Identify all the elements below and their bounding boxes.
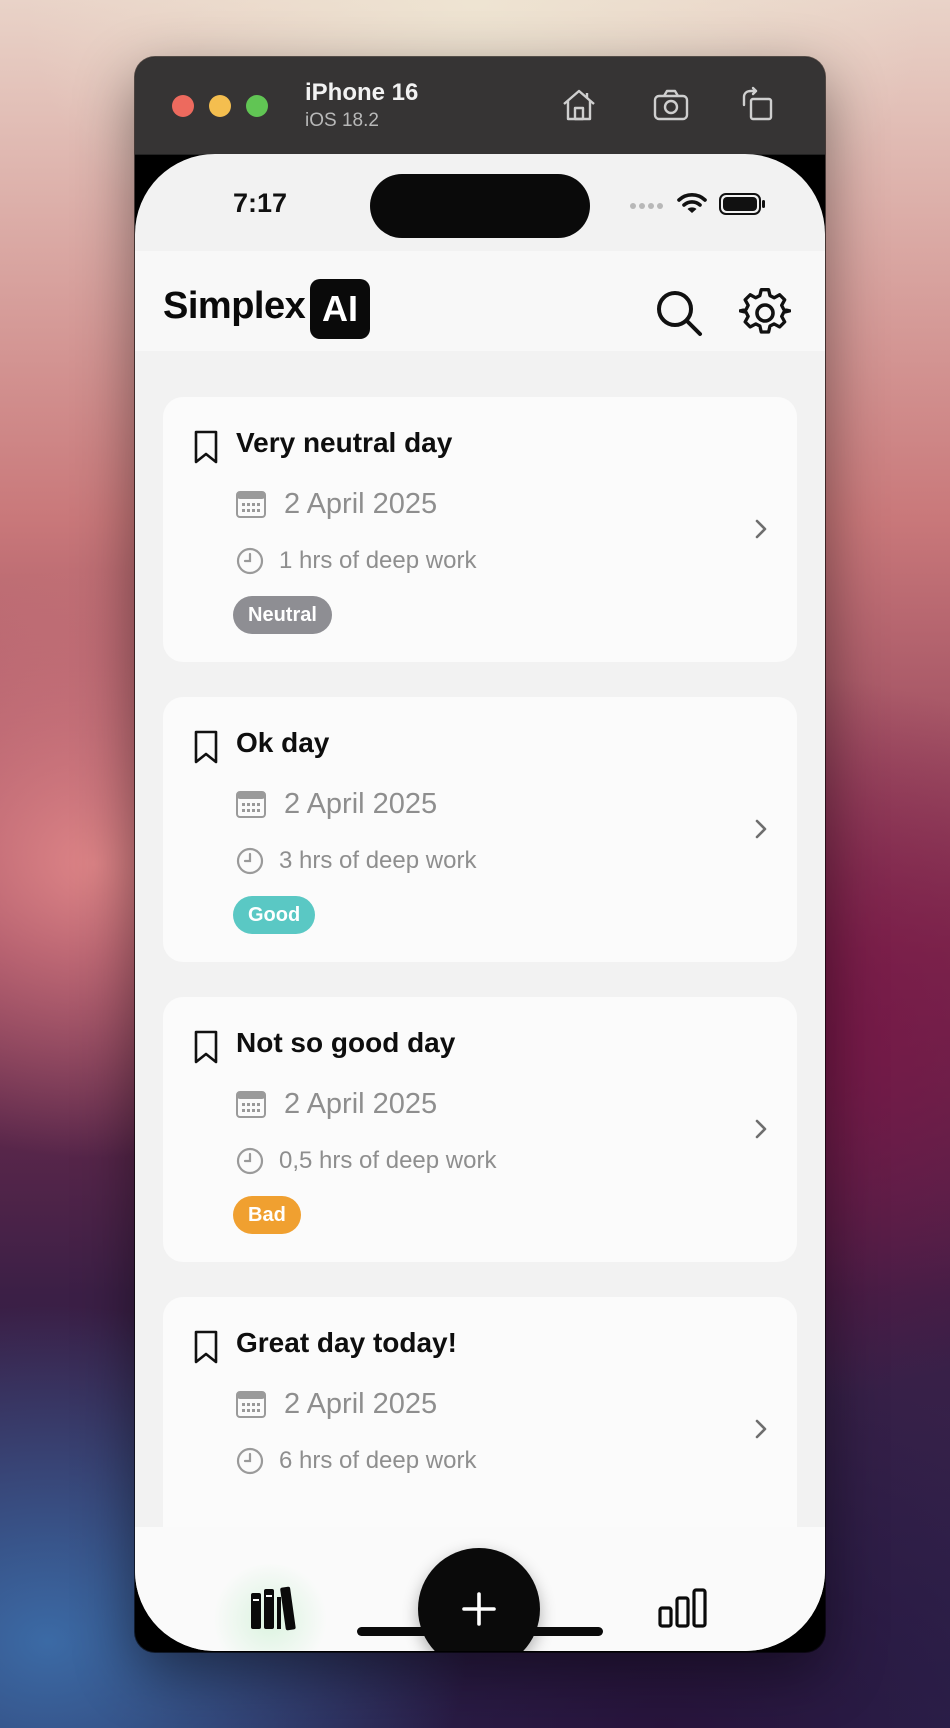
search-icon[interactable] <box>653 287 705 339</box>
zoom-window-button[interactable] <box>246 95 268 117</box>
clock-icon <box>236 1447 264 1475</box>
entry-date: 2 April 2025 <box>284 788 438 820</box>
entry-title: Not so good day <box>236 1027 456 1058</box>
app-logo-badge: AI <box>310 279 370 339</box>
wifi-icon <box>677 193 707 213</box>
dynamic-island <box>370 174 590 238</box>
chevron-right-icon <box>755 819 767 839</box>
clock-icon <box>236 1147 264 1175</box>
gear-icon[interactable] <box>738 287 792 339</box>
phone-screen: 7:17 Simplex AI Very neutral day 2 April… <box>135 154 825 1651</box>
app-header: Simplex AI <box>135 251 825 351</box>
screenshot-icon[interactable] <box>651 85 691 125</box>
rotate-icon[interactable] <box>738 85 778 125</box>
simulator-window: iPhone 16 iOS 18.2 7:17 Simplex AI Very … <box>135 57 825 1652</box>
bookmark-icon[interactable] <box>193 1330 219 1364</box>
entry-title: Great day today! <box>236 1327 457 1358</box>
bookmark-icon[interactable] <box>193 1030 219 1064</box>
entry-deep-work: 0,5 hrs of deep work <box>279 1147 497 1174</box>
bookmark-icon[interactable] <box>193 730 219 764</box>
mood-badge: Bad <box>233 1196 301 1234</box>
simulator-device-name: iPhone 16 <box>305 79 419 106</box>
status-time: 7:17 <box>233 188 288 218</box>
calendar-icon <box>236 491 266 518</box>
chevron-right-icon <box>755 1419 767 1439</box>
clock-icon <box>236 847 264 875</box>
calendar-icon <box>236 791 266 818</box>
calendar-icon <box>236 1091 266 1118</box>
entry-title: Very neutral day <box>236 427 453 458</box>
simulator-titlebar: iPhone 16 iOS 18.2 <box>135 57 825 155</box>
entry-deep-work: 1 hrs of deep work <box>279 547 477 574</box>
entry-card[interactable]: Great day today! 2 April 2025 6 hrs of d… <box>163 1297 797 1562</box>
calendar-icon <box>236 1391 266 1418</box>
entry-date: 2 April 2025 <box>284 488 438 520</box>
battery-icon <box>719 193 765 215</box>
entry-deep-work: 6 hrs of deep work <box>279 1447 477 1474</box>
status-indicators <box>629 192 769 218</box>
simulator-os-version: iOS 18.2 <box>305 110 379 131</box>
entry-date: 2 April 2025 <box>284 1388 438 1420</box>
mood-badge: Neutral <box>233 596 332 634</box>
entry-card[interactable]: Ok day 2 April 2025 3 hrs of deep work G… <box>163 697 797 962</box>
mood-badge: Good <box>233 896 316 934</box>
home-indicator[interactable] <box>357 1627 603 1636</box>
entry-card[interactable]: Very neutral day 2 April 2025 1 hrs of d… <box>163 397 797 662</box>
stats-icon[interactable] <box>658 1588 708 1628</box>
cellular-signal-icon <box>630 203 663 209</box>
home-icon[interactable] <box>559 85 599 125</box>
app-logo-text: Simplex <box>163 285 306 327</box>
library-icon[interactable] <box>249 1585 297 1631</box>
entry-deep-work: 3 hrs of deep work <box>279 847 477 874</box>
entry-date: 2 April 2025 <box>284 1088 438 1120</box>
journal-entry-list: Very neutral day 2 April 2025 1 hrs of d… <box>163 397 797 1597</box>
close-window-button[interactable] <box>172 95 194 117</box>
entry-card[interactable]: Not so good day 2 April 2025 0,5 hrs of … <box>163 997 797 1262</box>
entry-title: Ok day <box>236 727 330 758</box>
bookmark-icon[interactable] <box>193 430 219 464</box>
clock-icon <box>236 547 264 575</box>
minimize-window-button[interactable] <box>209 95 231 117</box>
chevron-right-icon <box>755 1119 767 1139</box>
chevron-right-icon <box>755 519 767 539</box>
